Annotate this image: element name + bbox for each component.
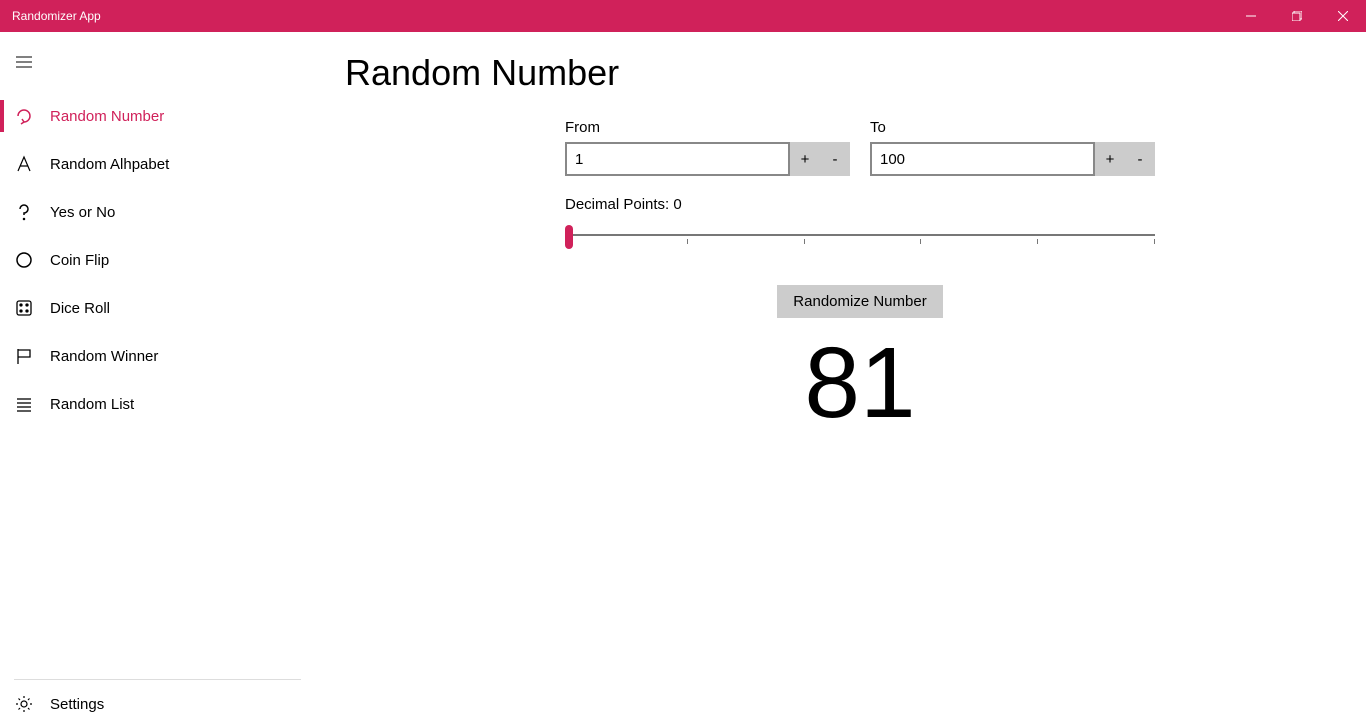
sidebar-item-random-alphabet[interactable]: Random Alhpabet	[0, 140, 305, 188]
sidebar-item-label: Random Winner	[50, 348, 158, 365]
minimize-icon	[1246, 11, 1256, 21]
maximize-button[interactable]	[1274, 0, 1320, 32]
titlebar: Randomizer App	[0, 0, 1366, 32]
dice-icon	[14, 298, 34, 318]
sidebar-item-yes-or-no[interactable]: Yes or No	[0, 188, 305, 236]
content: Random Number Random Alhpabet Yes or No …	[0, 32, 1366, 728]
page-title: Random Number	[345, 52, 1326, 94]
to-plus-button[interactable]: +	[1095, 142, 1125, 176]
randomize-button[interactable]: Randomize Number	[777, 285, 942, 318]
slider-thumb[interactable]	[565, 225, 573, 249]
sidebar-item-label: Yes or No	[50, 204, 115, 221]
coin-icon	[14, 250, 34, 270]
main: Random Number From + - To + -	[305, 32, 1366, 728]
to-field-group: To + -	[870, 119, 1155, 176]
slider-track	[570, 234, 1155, 236]
sidebar-item-label: Coin Flip	[50, 252, 109, 269]
sidebar-item-dice-roll[interactable]: Dice Roll	[0, 284, 305, 332]
alphabet-icon	[14, 154, 34, 174]
sidebar-item-label: Settings	[50, 696, 104, 713]
question-icon	[14, 202, 34, 222]
sidebar-item-label: Dice Roll	[50, 300, 110, 317]
random-number-icon	[14, 106, 34, 126]
from-minus-button[interactable]: -	[820, 142, 850, 176]
from-input[interactable]	[565, 142, 790, 176]
gear-icon	[14, 694, 34, 714]
controls: From + - To + - Decimal Points:	[565, 119, 1155, 433]
app-title: Randomizer App	[12, 9, 1228, 23]
from-plus-button[interactable]: +	[790, 142, 820, 176]
to-label: To	[870, 119, 1155, 136]
sidebar-item-coin-flip[interactable]: Coin Flip	[0, 236, 305, 284]
decimal-slider[interactable]	[565, 225, 1155, 255]
sidebar-item-settings[interactable]: Settings	[14, 680, 301, 728]
sidebar-item-random-winner[interactable]: Random Winner	[0, 332, 305, 380]
to-input[interactable]	[870, 142, 1095, 176]
sidebar-item-random-number[interactable]: Random Number	[0, 92, 305, 140]
flag-icon	[14, 346, 34, 366]
sidebar-item-random-list[interactable]: Random List	[0, 380, 305, 428]
slider-ticks	[570, 239, 1155, 244]
close-icon	[1338, 11, 1348, 21]
sidebar-item-label: Random Alhpabet	[50, 156, 169, 173]
sidebar-item-label: Random Number	[50, 108, 164, 125]
nav-items: Random Number Random Alhpabet Yes or No …	[0, 92, 305, 428]
from-label: From	[565, 119, 850, 136]
close-button[interactable]	[1320, 0, 1366, 32]
sidebar: Random Number Random Alhpabet Yes or No …	[0, 32, 305, 728]
result-number: 81	[565, 333, 1155, 433]
window-controls	[1228, 0, 1366, 32]
maximize-icon	[1292, 11, 1302, 21]
sidebar-bottom: Settings	[14, 679, 301, 728]
list-icon	[14, 394, 34, 414]
decimal-points-label: Decimal Points: 0	[565, 196, 1155, 213]
minimize-button[interactable]	[1228, 0, 1274, 32]
from-field-group: From + -	[565, 119, 850, 176]
hamburger-button[interactable]	[0, 42, 48, 82]
sidebar-item-label: Random List	[50, 396, 134, 413]
to-minus-button[interactable]: -	[1125, 142, 1155, 176]
hamburger-icon	[16, 56, 32, 68]
